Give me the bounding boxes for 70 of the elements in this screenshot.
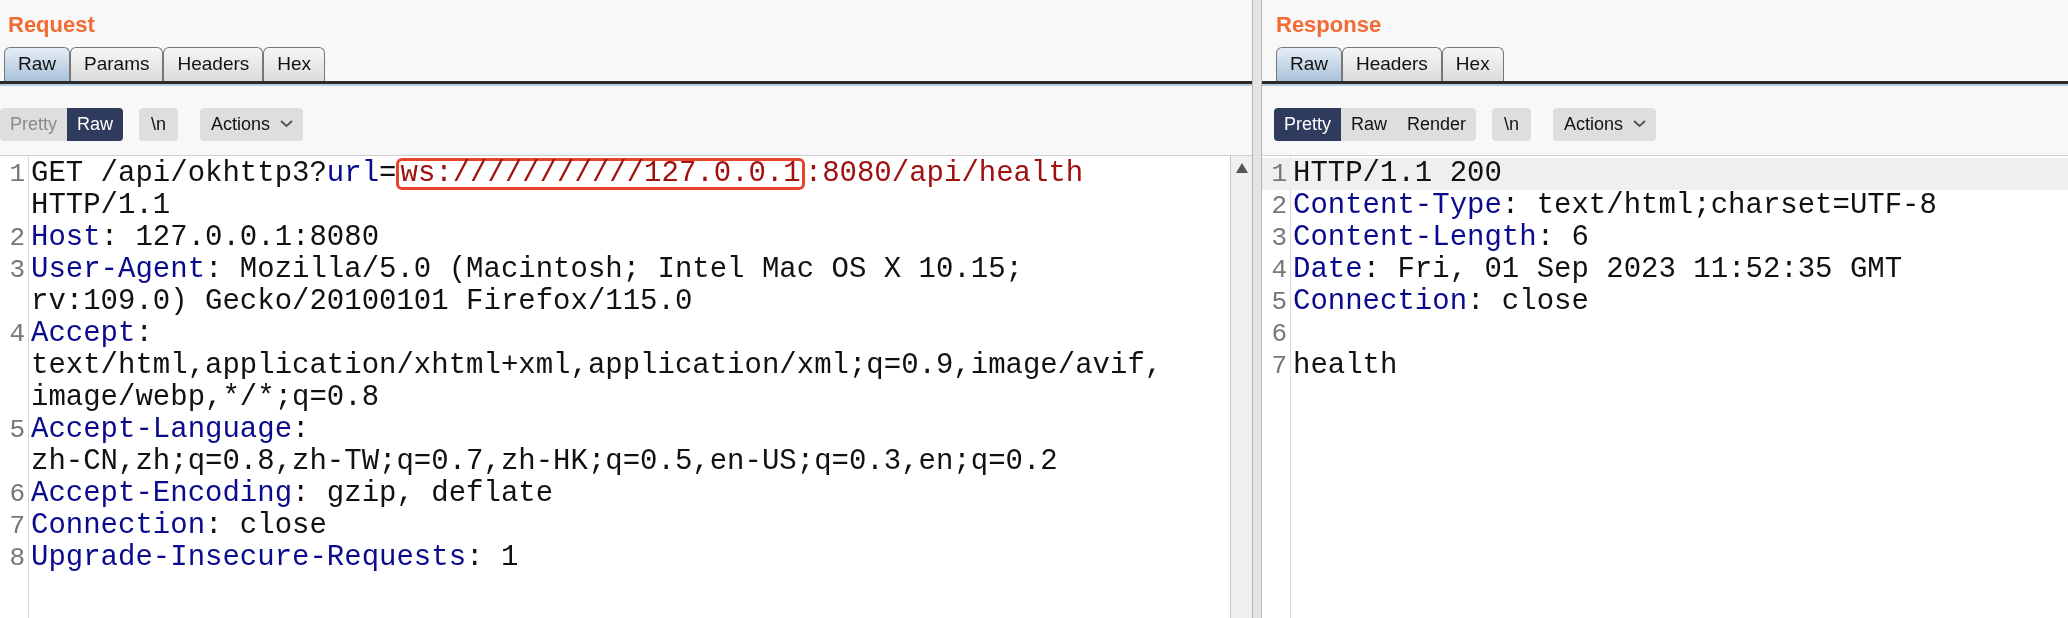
header-name: Accept-Language xyxy=(31,414,293,446)
header-name: Host xyxy=(31,222,101,254)
view-toggle[interactable]: Pretty xyxy=(1274,107,1341,141)
code-text: : Fri, 01 Sep 2023 11:52:35 GMT xyxy=(1362,254,1903,286)
line-number: 2 xyxy=(1270,190,1288,222)
tab[interactable]: Headers xyxy=(163,47,264,81)
header-name: Connection xyxy=(31,510,206,542)
highlighted-url: ws:///////////127.0.0.1 xyxy=(396,158,805,190)
code-text: HTTP/1.1 200 xyxy=(1293,158,1502,190)
code-text: : Mozilla/5.0 (Macintosh; Intel Mac OS X 10.15; xyxy=(205,254,1023,286)
code-text: : 127.0.0.1:8080 xyxy=(100,222,380,254)
code-text: rv:109.0) Gecko/20100101 Firefox/115.0 xyxy=(31,286,693,318)
line-number: 4 xyxy=(8,318,26,351)
line-number: 7 xyxy=(8,510,26,542)
line-number: 8 xyxy=(8,542,26,574)
line-number: 6 xyxy=(8,478,26,510)
code-text: image/webp,*/*;q=0.8 xyxy=(31,382,380,414)
code-text: : 6 xyxy=(1536,222,1589,254)
scrollbar[interactable] xyxy=(1230,156,1252,618)
line-number: 5 xyxy=(8,414,26,447)
code-text: : text/html;charset=UTF-8 xyxy=(1501,190,1937,222)
header-name: Accept-Encoding xyxy=(31,478,293,510)
actions-button[interactable]: Actions xyxy=(200,107,304,141)
code-text: : close xyxy=(205,510,327,542)
code-text: GET /api/okhttp3? xyxy=(31,158,327,190)
view-toggle[interactable]: Render xyxy=(1397,107,1477,141)
header-name: Content-Length xyxy=(1293,222,1537,254)
code-text: zh-CN,zh;q=0.8,zh-TW;q=0.7,zh-HK;q=0.5,en-US;q=0.3,en;q=0.2 xyxy=(31,446,1058,478)
header-name: User-Agent xyxy=(31,254,206,286)
line-number: 1 xyxy=(8,158,26,191)
tab[interactable]: Hex xyxy=(1441,47,1504,81)
view-toggle[interactable]: Raw xyxy=(1341,107,1398,141)
header-name: Upgrade-Insecure-Requests xyxy=(31,542,467,574)
chevron-down-icon xyxy=(1633,120,1647,128)
line-number: 1 xyxy=(1270,158,1288,190)
tab[interactable]: Raw xyxy=(1276,47,1342,81)
tab[interactable]: Raw xyxy=(4,47,70,81)
newline-button[interactable]: \n xyxy=(139,107,179,141)
code-text: HTTP/1.1 xyxy=(31,190,171,222)
line-number: 3 xyxy=(1270,222,1288,254)
chevron-down-icon xyxy=(280,120,294,128)
tab[interactable]: Params xyxy=(70,47,164,81)
pane-title: Request xyxy=(8,12,95,38)
header-name: Connection xyxy=(1293,286,1468,318)
code-text: :8080/api/health xyxy=(804,158,1084,190)
code-text: : 1 xyxy=(466,542,519,574)
header-name: Date xyxy=(1293,254,1363,286)
code-text: = xyxy=(379,158,397,190)
view-toggle[interactable]: Raw xyxy=(67,107,124,141)
pane-title: Response xyxy=(1276,12,1382,38)
code-text: : xyxy=(292,414,310,446)
code-text: health xyxy=(1293,350,1398,382)
header-name: Accept xyxy=(31,318,136,350)
newline-button[interactable]: \n xyxy=(1492,107,1532,141)
code-text: : close xyxy=(1467,286,1589,318)
header-name: Content-Type xyxy=(1293,190,1502,222)
scroll-up-icon[interactable] xyxy=(1234,162,1249,174)
line-number: 6 xyxy=(1270,318,1288,350)
line-number: 4 xyxy=(1270,254,1288,286)
line-number: 3 xyxy=(8,254,26,287)
line-number: 7 xyxy=(1270,350,1288,382)
line-number: 2 xyxy=(8,222,26,254)
actions-button[interactable]: Actions xyxy=(1553,107,1657,141)
tab[interactable]: Headers xyxy=(1342,47,1442,81)
code-text: text/html,application/xhtml+xml,application/xml;q=0.9,image/avif, xyxy=(31,350,1163,382)
tab[interactable]: Hex xyxy=(263,47,326,81)
code-text: : xyxy=(135,318,153,350)
line-number: 5 xyxy=(1270,286,1288,318)
code-text: : gzip, deflate xyxy=(292,478,554,510)
header-name: url xyxy=(326,158,380,190)
